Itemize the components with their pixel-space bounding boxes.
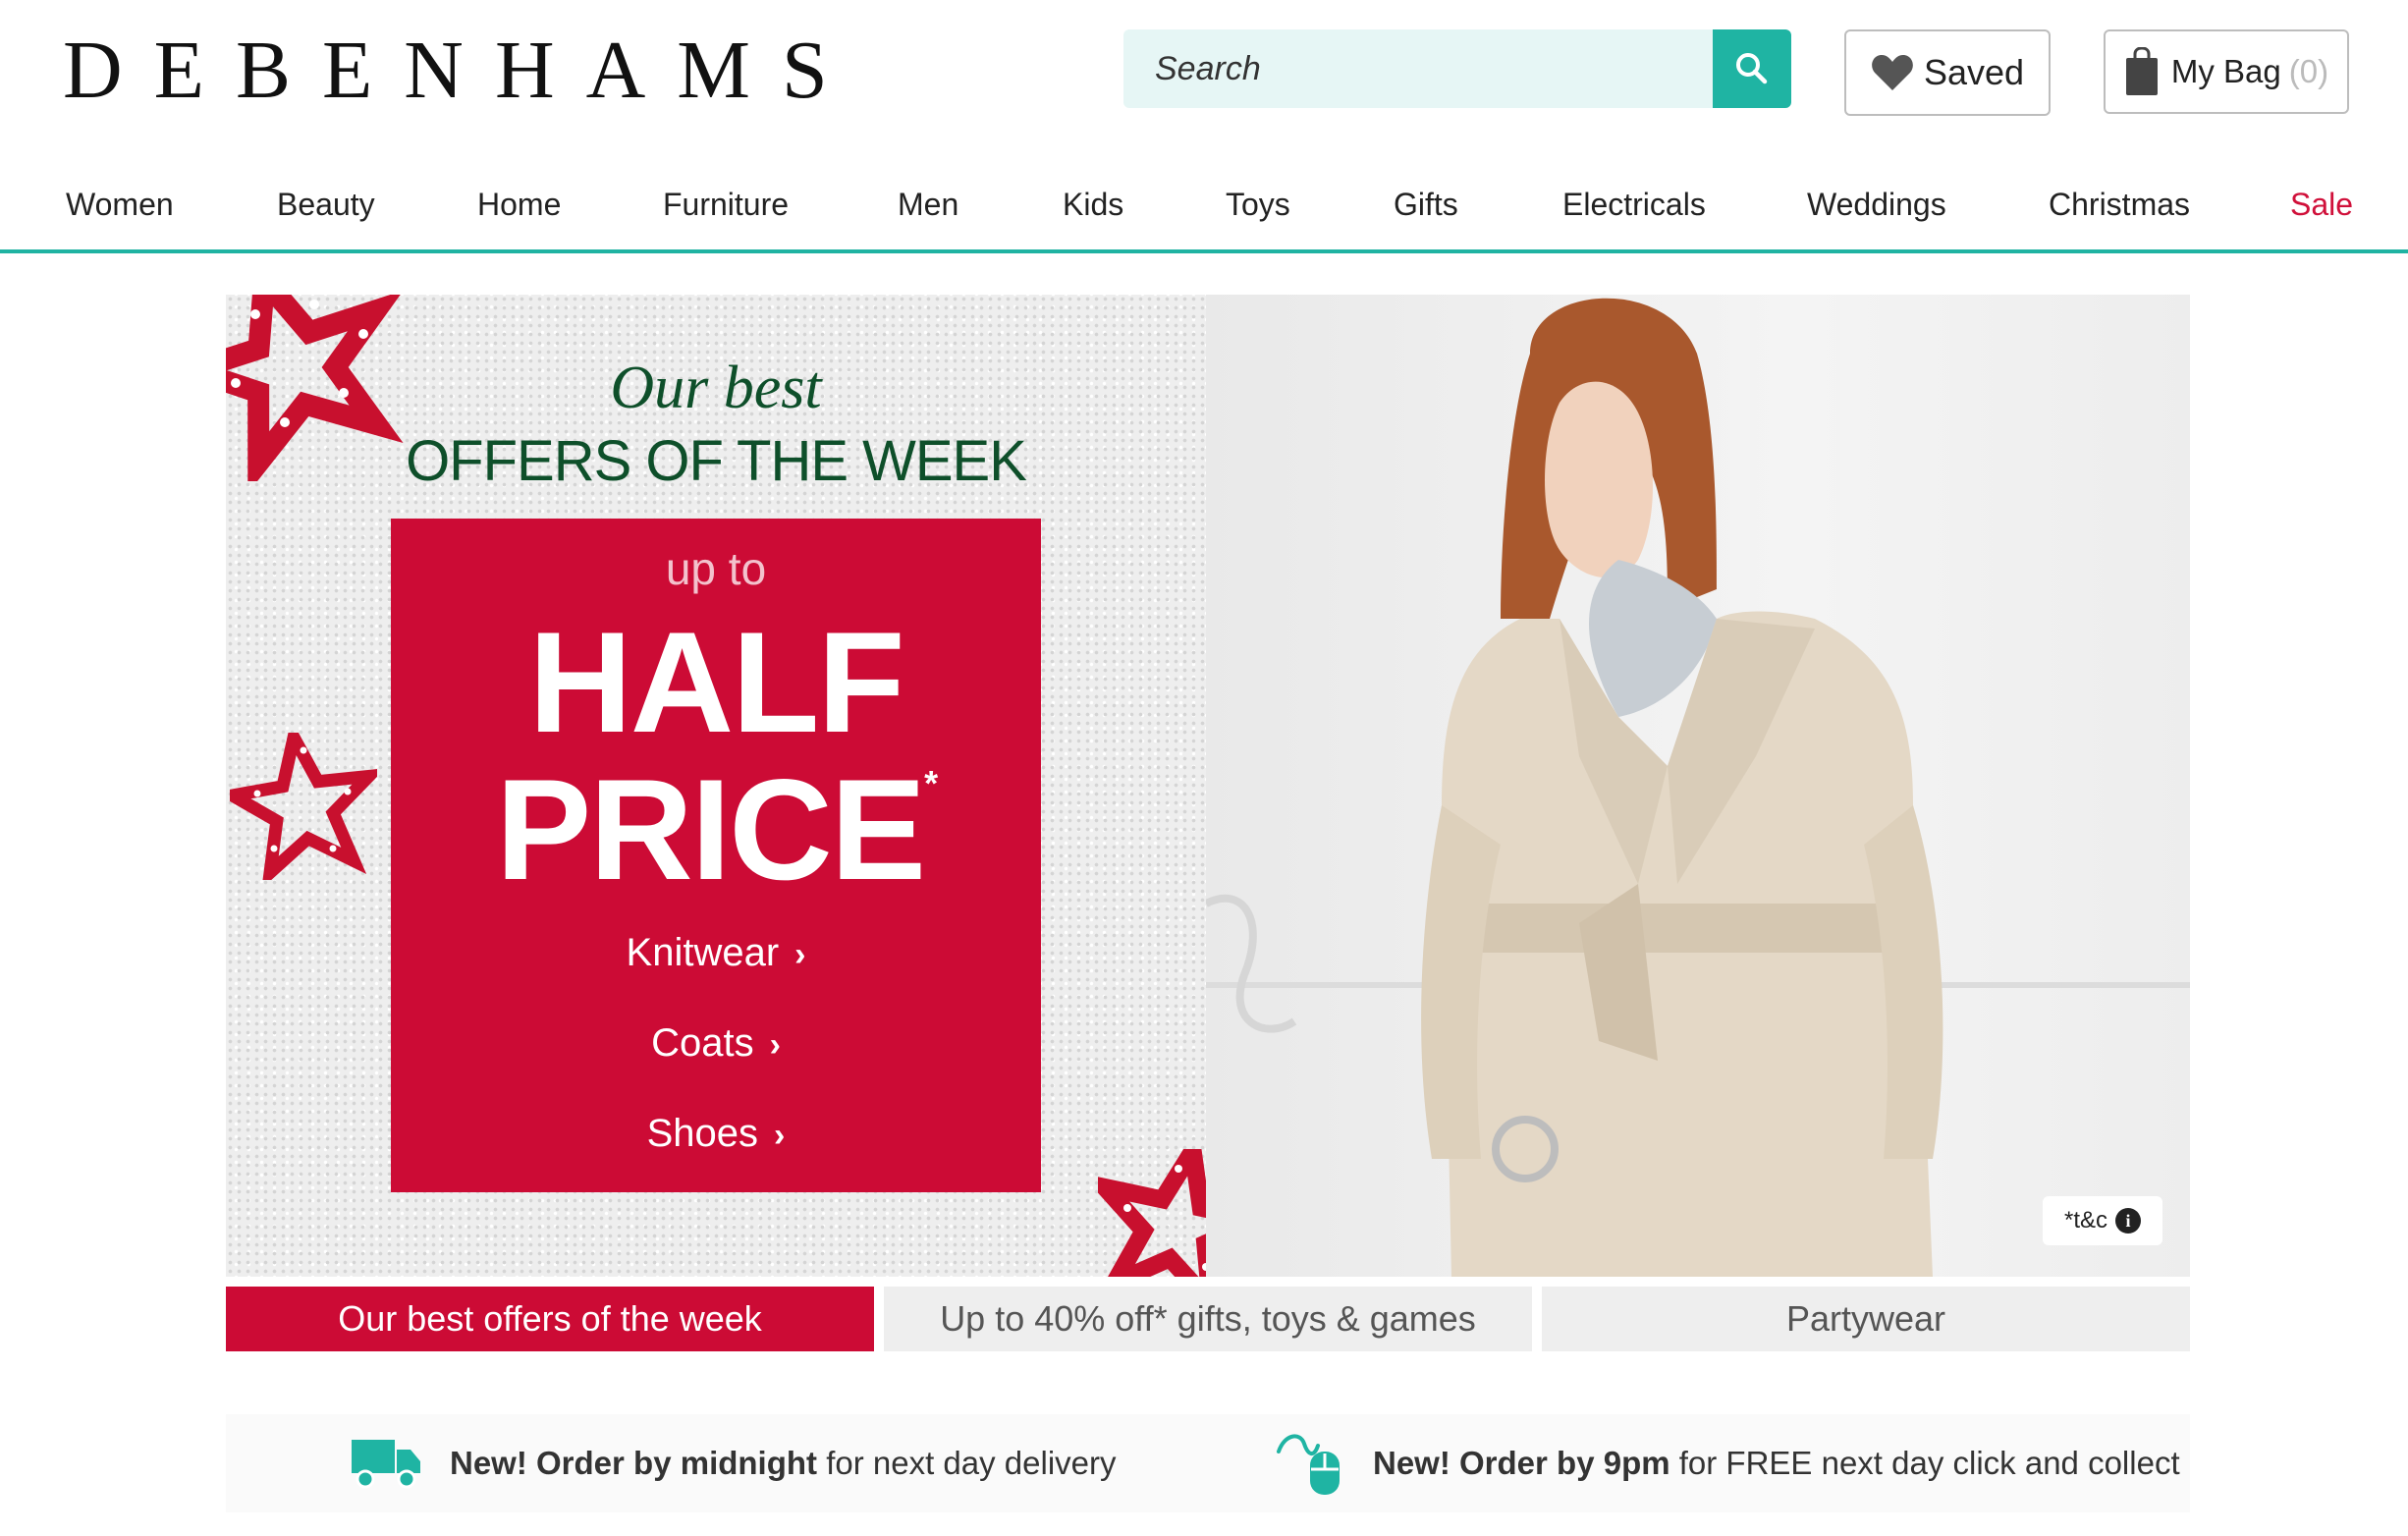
bag-count: (0)	[2288, 53, 2329, 89]
nav-item-kids[interactable]: Kids	[1063, 187, 1123, 223]
saved-button[interactable]: Saved	[1844, 29, 2051, 116]
nav-item-beauty[interactable]: Beauty	[277, 187, 375, 223]
click-and-collect-info[interactable]: New! Order by 9pm for FREE next day clic…	[1275, 1414, 2180, 1512]
nav-item-furniture[interactable]: Furniture	[663, 187, 789, 223]
hero-model-image	[1204, 295, 2190, 1277]
bag-label: My Bag (0)	[2170, 53, 2329, 89]
computer-mouse-icon	[1277, 1434, 1340, 1495]
search-icon	[1736, 53, 1768, 84]
my-bag-button[interactable]: My Bag (0)	[2104, 29, 2349, 114]
offer-link-knitwear[interactable]: Knitwear ›	[391, 931, 1041, 975]
nav-item-men[interactable]: Men	[898, 187, 958, 223]
hero-banner[interactable]: Our best OFFERS OF THE WEEK up to HALF P…	[226, 295, 2190, 1277]
chevron-right-icon: ›	[769, 1026, 781, 1064]
offer-asterisk: *	[924, 763, 938, 803]
main-navigation: Women Beauty Home Furniture Men Kids Toy…	[0, 175, 2408, 253]
offer-line-half: HALF	[528, 602, 904, 762]
terms-and-conditions-button[interactable]: *t&c i	[2043, 1196, 2162, 1245]
search-button[interactable]	[1713, 29, 1791, 108]
hero-headline-caps: OFFERS OF THE WEEK	[406, 429, 1027, 493]
offer-link-shoes[interactable]: Shoes ›	[391, 1112, 1041, 1156]
model-in-coat-illustration	[1204, 298, 2190, 1277]
hero-offer-panel: Our best OFFERS OF THE WEEK up to HALF P…	[226, 295, 1275, 1277]
nav-item-toys[interactable]: Toys	[1226, 187, 1290, 223]
delivery-info-strip: New! Order by midnight for next day deli…	[226, 1414, 2190, 1512]
nav-item-christmas[interactable]: Christmas	[2049, 187, 2190, 223]
offer-prefix: up to	[665, 543, 767, 594]
nav-item-electricals[interactable]: Electricals	[1562, 187, 1706, 223]
chevron-right-icon: ›	[774, 1117, 786, 1154]
half-price-offer-box: up to HALF PRICE* Knitwear › Coats › Shoes…	[391, 519, 1041, 1192]
debenhams-logo[interactable]: DEBENHAMS	[63, 29, 859, 112]
next-day-delivery-info[interactable]: New! Order by midnight for next day deli…	[352, 1414, 1117, 1512]
tab-best-offers[interactable]: Our best offers of the week	[226, 1287, 874, 1351]
tab-gifts-toys-games[interactable]: Up to 40% off* gifts, toys & games	[884, 1287, 1532, 1351]
chevron-right-icon: ›	[794, 936, 806, 973]
search-input[interactable]	[1123, 29, 1713, 108]
tab-partywear[interactable]: Partywear	[1542, 1287, 2190, 1351]
search-bar	[1123, 29, 1791, 108]
delivery-text: New! Order by midnight for next day deli…	[450, 1445, 1117, 1481]
nav-item-gifts[interactable]: Gifts	[1394, 187, 1458, 223]
offer-line-price: PRICE*	[495, 749, 938, 909]
hero-headline-italic: Our best	[610, 355, 822, 421]
heart-icon	[1872, 55, 1913, 90]
shopping-bag-icon	[2125, 47, 2158, 95]
click-collect-text: New! Order by 9pm for FREE next day clic…	[1373, 1445, 2180, 1481]
star-decoration-middle-left	[230, 733, 377, 880]
nav-item-home[interactable]: Home	[477, 187, 561, 223]
nav-item-women[interactable]: Women	[66, 187, 174, 223]
offer-link-coats[interactable]: Coats ›	[391, 1021, 1041, 1066]
saved-label: Saved	[1923, 52, 2025, 92]
nav-item-weddings[interactable]: Weddings	[1807, 187, 1946, 223]
info-icon: i	[2115, 1208, 2141, 1234]
delivery-truck-icon	[352, 1440, 420, 1489]
nav-item-sale[interactable]: Sale	[2290, 187, 2353, 223]
terms-label: *t&c	[2063, 1207, 2107, 1234]
